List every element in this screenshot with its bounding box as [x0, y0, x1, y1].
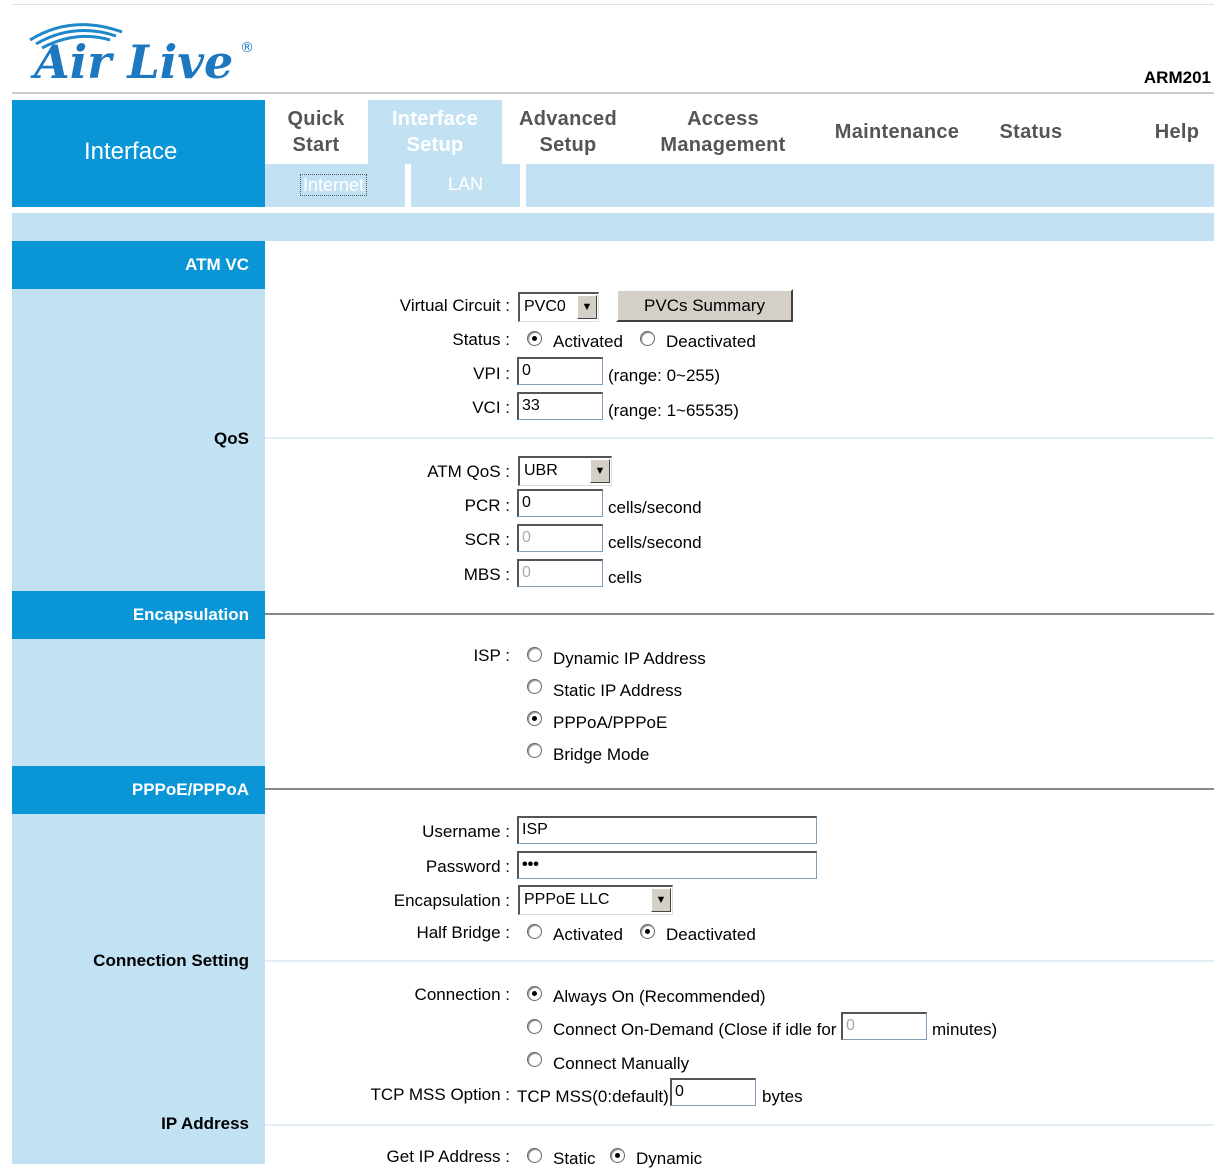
- tab-help[interactable]: Help: [1140, 100, 1214, 164]
- vci-label: VCI :: [472, 398, 510, 417]
- virtual-circuit-label: Virtual Circuit :: [399, 296, 510, 315]
- username-label: Username :: [422, 822, 510, 841]
- section-pppoe: PPPoE/PPPoA: [12, 766, 265, 814]
- virtual-circuit-value: PVC0: [524, 298, 566, 315]
- mbs-label: MBS :: [463, 565, 510, 584]
- get-ip-label: Get IP Address :: [386, 1147, 510, 1166]
- virtual-circuit-select[interactable]: PVC0 ▼: [518, 292, 599, 322]
- model-name: ARM201: [1143, 68, 1211, 87]
- mbs-unit: cells: [608, 568, 643, 587]
- chevron-down-icon: ▼: [651, 888, 671, 912]
- encapsulation-select[interactable]: PPPoE LLC ▼: [518, 885, 673, 915]
- half-bridge-activated-label: Activated: [553, 925, 623, 944]
- isp-bridge-radio[interactable]: [527, 743, 542, 758]
- get-ip-dynamic-radio[interactable]: [610, 1148, 625, 1163]
- svg-text:®: ®: [240, 40, 254, 56]
- pcr-input[interactable]: 0: [517, 489, 603, 517]
- divider: [265, 437, 1214, 439]
- section-encapsulation: Encapsulation: [12, 591, 265, 639]
- chevron-down-icon: ▼: [577, 295, 597, 319]
- pcr-label: PCR :: [464, 496, 510, 515]
- spacer-strip: [12, 213, 1214, 241]
- section-atm-vc: ATM VC: [12, 241, 265, 289]
- connection-on-demand-label: Connect On-Demand (Close if idle for: [553, 1020, 837, 1039]
- status-activated-radio[interactable]: [527, 331, 542, 346]
- isp-dynamic-radio[interactable]: [527, 647, 542, 662]
- status-label: Status :: [452, 330, 510, 349]
- subtab-lan[interactable]: LAN: [448, 174, 483, 195]
- get-ip-static-label: Static: [553, 1149, 596, 1168]
- isp-label: ISP :: [473, 646, 510, 665]
- vci-range: (range: 1~65535): [608, 401, 739, 420]
- pcr-unit: cells/second: [608, 498, 702, 517]
- half-bridge-deactivated-radio[interactable]: [640, 924, 655, 939]
- isp-static-radio[interactable]: [527, 679, 542, 694]
- connection-on-demand-radio[interactable]: [527, 1019, 542, 1034]
- divider: [265, 788, 1214, 790]
- half-bridge-label: Half Bridge :: [416, 923, 510, 942]
- svg-text:Air Live: Air Live: [30, 35, 233, 89]
- top-divider: [12, 4, 1214, 5]
- isp-dynamic-label: Dynamic IP Address: [553, 649, 706, 668]
- divider: [265, 1124, 1214, 1126]
- isp-static-label: Static IP Address: [553, 681, 683, 700]
- scr-input[interactable]: 0: [517, 524, 603, 552]
- atm-qos-label: ATM QoS :: [427, 462, 510, 481]
- connection-manually-label: Connect Manually: [553, 1054, 690, 1073]
- tab-status[interactable]: Status: [990, 100, 1072, 164]
- isp-pppoa-pppoe-radio[interactable]: [527, 711, 542, 726]
- encapsulation-label: Encapsulation :: [393, 891, 510, 910]
- password-label: Password :: [425, 857, 510, 876]
- tab-interface-setup[interactable]: Interface Setup: [368, 100, 502, 164]
- status-deactivated-radio[interactable]: [640, 331, 655, 346]
- subtab-separator: [520, 164, 526, 207]
- password-input[interactable]: •••: [517, 851, 817, 879]
- half-bridge-deactivated-label: Deactivated: [666, 925, 756, 944]
- header-divider: [12, 92, 1214, 94]
- sidebar-title-block: Interface: [12, 100, 265, 207]
- connection-manually-radio[interactable]: [527, 1052, 542, 1067]
- get-ip-static-radio[interactable]: [527, 1148, 542, 1163]
- tcp-mss-text: TCP MSS(0:default): [517, 1087, 669, 1106]
- scr-unit: cells/second: [608, 533, 702, 552]
- tab-access-management[interactable]: Access Management: [646, 100, 800, 164]
- idle-minutes-input[interactable]: 0: [841, 1012, 927, 1040]
- vpi-label: VPI :: [473, 364, 510, 383]
- mbs-input[interactable]: 0: [517, 559, 603, 587]
- connection-always-on-radio[interactable]: [527, 986, 542, 1001]
- sidebar-title: Interface: [84, 138, 178, 165]
- tcp-mss-label: TCP MSS Option :: [370, 1085, 510, 1104]
- subtab-separator: [405, 164, 411, 207]
- tab-maintenance[interactable]: Maintenance: [822, 100, 972, 164]
- divider: [265, 960, 1214, 962]
- username-input[interactable]: ISP: [517, 816, 817, 844]
- tab-advanced-setup[interactable]: Advanced Setup: [506, 100, 630, 164]
- chevron-down-icon: ▼: [590, 459, 610, 483]
- tcp-mss-unit: bytes: [762, 1087, 803, 1106]
- tcp-mss-input[interactable]: 0: [670, 1078, 756, 1106]
- vpi-range: (range: 0~255): [608, 366, 720, 385]
- scr-label: SCR :: [464, 530, 510, 549]
- connection-always-on-label: Always On (Recommended): [553, 987, 766, 1006]
- minutes-label: minutes): [932, 1020, 998, 1039]
- vci-input[interactable]: 33: [517, 392, 603, 420]
- status-activated-label: Activated: [553, 332, 623, 351]
- airlive-logo: Air Live ®: [29, 23, 254, 89]
- atm-qos-value: UBR: [524, 462, 558, 479]
- atm-qos-select[interactable]: UBR ▼: [518, 456, 612, 486]
- isp-bridge-label: Bridge Mode: [553, 745, 650, 764]
- half-bridge-activated-radio[interactable]: [527, 924, 542, 939]
- section-ip-address: IP Address: [161, 1114, 249, 1133]
- encapsulation-value: PPPoE LLC: [524, 891, 610, 908]
- connection-label: Connection :: [414, 985, 510, 1004]
- divider: [265, 613, 1214, 615]
- pvcs-summary-button[interactable]: PVCs Summary: [616, 289, 793, 322]
- get-ip-dynamic-label: Dynamic: [636, 1149, 703, 1168]
- status-deactivated-label: Deactivated: [666, 332, 756, 351]
- vpi-input[interactable]: 0: [517, 357, 603, 385]
- isp-pppoa-pppoe-label: PPPoA/PPPoE: [553, 713, 668, 732]
- tab-quick-start[interactable]: Quick Start: [272, 100, 360, 164]
- subtab-internet[interactable]: Internet: [300, 174, 368, 196]
